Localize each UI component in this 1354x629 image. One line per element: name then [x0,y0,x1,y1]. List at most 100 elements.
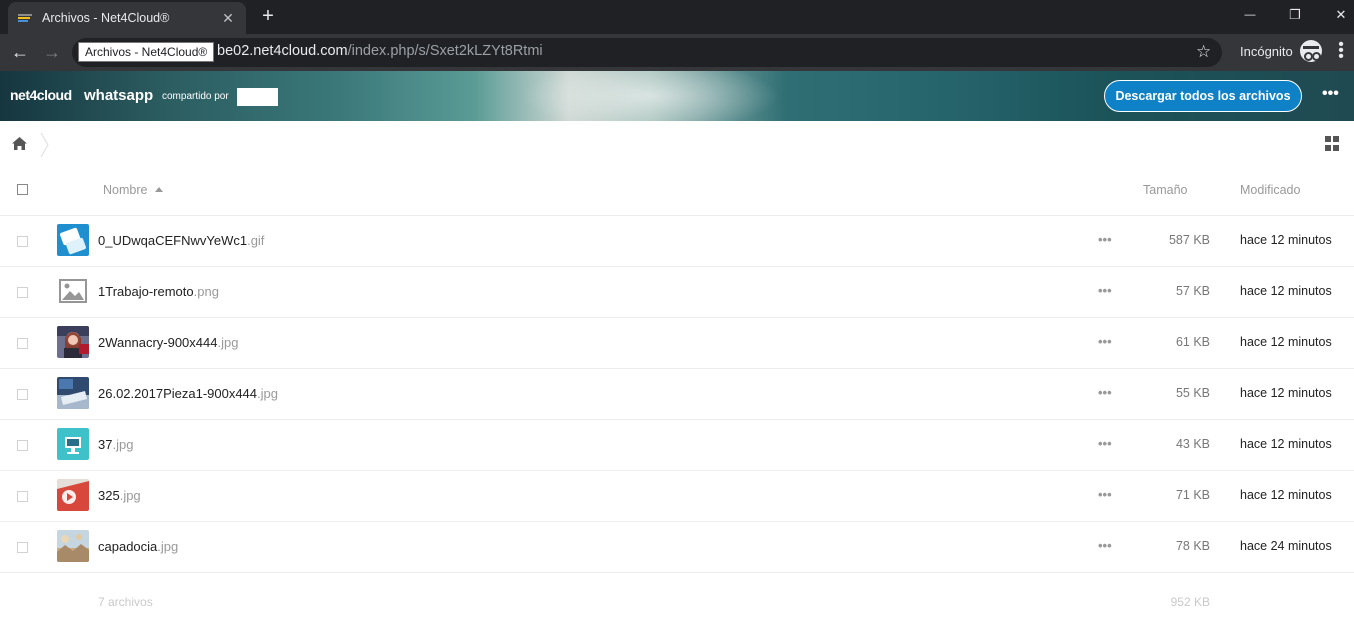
forward-arrow-icon[interactable]: → [40,41,64,65]
file-row[interactable]: 1Trabajo-remoto.png ••• 57 KB hace 12 minut… [0,267,1354,318]
tab-title: Archivos - Net4Cloud® [42,11,170,25]
file-name[interactable]: 2Wannacry-900x444.jpg [98,335,238,350]
file-count-summary: 7 archivos [98,595,153,609]
file-size: 43 KB [1175,437,1210,451]
file-extension: .jpg [119,488,141,503]
file-size: 61 KB [1175,335,1210,349]
incognito-icon[interactable] [1300,40,1322,62]
file-modified: hace 12 minutos [1240,437,1332,451]
file-thumbnail[interactable] [57,224,89,256]
file-name[interactable]: 0_UDwqaCEFNwvYeWc1.gif [98,233,264,248]
file-select-checkbox[interactable] [17,338,28,349]
url-text[interactable]: be02.net4cloud.com/index.php/s/Sxet2kLZY… [217,43,543,59]
column-size-header[interactable]: Tamaño [1143,183,1187,197]
file-modified: hace 12 minutos [1240,335,1332,349]
header-more-icon[interactable]: ••• [1322,85,1339,103]
share-folder-name: whatsapp [84,87,154,104]
browser-menu-icon[interactable]: • • • [1336,37,1346,65]
file-extension: .gif [247,233,265,248]
table-header: Nombre Tamaño Modificado [0,171,1354,216]
file-row[interactable]: 37.jpg ••• 43 KB hace 12 minutos [0,420,1354,471]
file-row[interactable]: capadocia.jpg ••• 78 KB hace 24 minutos [0,522,1354,573]
column-modified-header[interactable]: Modificado [1240,183,1300,197]
file-thumbnail[interactable] [57,479,89,511]
file-actions-icon[interactable]: ••• [1098,487,1112,502]
file-thumbnail[interactable] [57,530,89,562]
file-name[interactable]: 1Trabajo-remoto.png [98,284,219,299]
net4cloud-favicon [18,13,34,23]
tab-close-icon[interactable]: ✕ [220,10,236,27]
file-select-checkbox[interactable] [17,287,28,298]
file-basename: 2Wannacry-900x444 [98,335,218,350]
restore-button[interactable]: ❐ [1272,0,1318,30]
window-close-icon: ✕ [1335,7,1347,22]
minimize-icon: — [1244,9,1256,21]
back-arrow-icon[interactable]: ← [8,41,32,65]
file-basename: 325 [98,488,120,503]
file-extension: .jpg [157,539,179,554]
home-icon[interactable] [12,137,27,150]
new-tab-button[interactable]: + [258,5,278,28]
file-select-checkbox[interactable] [17,542,28,553]
file-list-area: Nombre Tamaño Modificado 0_UDwqaCEFNwvYe… [0,121,1354,629]
file-thumbnail[interactable] [57,428,89,460]
file-row[interactable]: 2Wannacry-900x444.jpg ••• 61 KB hace 12 min… [0,318,1354,369]
file-actions-icon[interactable]: ••• [1098,538,1112,553]
file-name[interactable]: 26.02.2017Pieza1-900x444.jpg [98,386,278,401]
file-name[interactable]: capadocia.jpg [98,539,178,554]
file-select-checkbox[interactable] [17,236,28,247]
download-all-button[interactable]: Descargar todos los archivos [1104,80,1302,112]
file-size: 587 KB [1168,233,1210,247]
file-thumbnail[interactable] [57,326,89,358]
file-basename: 37 [98,437,113,452]
file-name[interactable]: 37.jpg [98,437,133,452]
file-actions-icon[interactable]: ••• [1098,385,1112,400]
sort-ascending-icon [155,187,164,192]
column-name-label: Nombre [103,183,148,197]
browser-tabbar: Archivos - Net4Cloud® ✕ + — ❐ ✕ [0,0,1354,34]
minimize-button[interactable]: — [1227,0,1273,30]
file-size: 78 KB [1175,539,1210,553]
file-actions-icon[interactable]: ••• [1098,334,1112,349]
file-select-checkbox[interactable] [17,389,28,400]
incognito-label: Incógnito [1240,44,1293,59]
file-actions-icon[interactable]: ••• [1098,232,1112,247]
file-modified: hace 12 minutos [1240,233,1332,247]
file-select-checkbox[interactable] [17,491,28,502]
file-basename: 26.02.2017Pieza1-900x444 [98,386,258,401]
file-actions-icon[interactable]: ••• [1098,283,1112,298]
image-placeholder-icon[interactable] [57,275,89,307]
total-size-summary: 952 KB [1170,595,1210,609]
file-modified: hace 24 minutos [1240,539,1332,553]
file-basename: 0_UDwqaCEFNwvYeWc1 [98,233,248,248]
share-header: net4cloud whatsapp compartido por Descar… [0,71,1354,121]
tab-tooltip: Archivos - Net4Cloud® [78,42,215,62]
file-modified: hace 12 minutos [1240,488,1332,502]
bookmark-star-icon[interactable]: ☆ [1196,42,1211,62]
browser-tab[interactable]: Archivos - Net4Cloud® ✕ [8,2,246,34]
header-background-wave [520,71,780,121]
file-modified: hace 12 minutos [1240,386,1332,400]
select-all-checkbox[interactable] [17,184,28,195]
file-row[interactable]: 26.02.2017Pieza1-900x444.jpg ••• 55 KB hace… [0,369,1354,420]
url-host: be02.net4cloud.com [217,43,348,59]
restore-icon: ❐ [1289,7,1301,22]
file-select-checkbox[interactable] [17,440,28,451]
file-basename: 1Trabajo-remoto [98,284,194,299]
url-path: /index.php/s/Sxet2kLZYt8Rtmi [347,43,543,59]
grid-view-icon[interactable] [1325,136,1340,151]
file-thumbnail[interactable] [57,377,89,409]
file-row[interactable]: 0_UDwqaCEFNwvYeWc1.gif ••• 587 KB hace 12 m… [0,216,1354,267]
file-size: 57 KB [1175,284,1210,298]
file-extension: .jpg [112,437,134,452]
window-close-button[interactable]: ✕ [1318,0,1354,30]
file-name[interactable]: 325.jpg [98,488,141,503]
file-size: 55 KB [1175,386,1210,400]
file-row[interactable]: 325.jpg ••• 71 KB hace 12 minutos [0,471,1354,522]
file-extension: .png [193,284,219,299]
file-extension: .jpg [217,335,239,350]
breadcrumb-separator-icon [40,133,49,157]
net4cloud-logo[interactable]: net4cloud [10,87,72,103]
file-actions-icon[interactable]: ••• [1098,436,1112,451]
column-name-header[interactable]: Nombre [103,183,164,197]
